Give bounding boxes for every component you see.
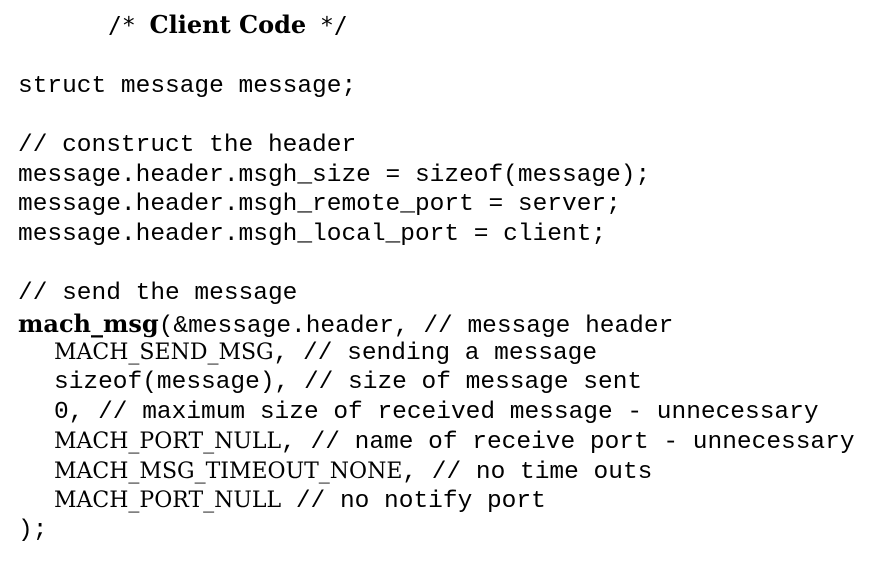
- function-name: mach_msg: [18, 308, 159, 338]
- constant-identifier: MACH_SEND_MSG: [54, 340, 274, 366]
- code-line: message.header.msgh_size = sizeof(messag…: [18, 161, 651, 189]
- code-line: message.header.msgh_remote_port = server…: [18, 191, 621, 219]
- constant-identifier: MACH_PORT_NULL: [54, 488, 282, 514]
- code-line: message.header.msgh_local_port = client;: [18, 220, 607, 248]
- code-title: /* Client Code */: [108, 8, 348, 42]
- code-text: , // name of receive port - unnecessary: [281, 429, 855, 457]
- code-text: // no notify port: [281, 488, 546, 516]
- code-line: // construct the header: [18, 132, 357, 160]
- code-text: (&message.header, // message header: [158, 312, 674, 340]
- code-line: sizeof(message), // size of message sent: [54, 368, 643, 396]
- code-line: MACH_MSG_TIMEOUT_NONE, // no time outs: [18, 457, 855, 487]
- code-line: mach_msg(&message.header, // message hea…: [18, 308, 855, 340]
- code-line: MACH_PORT_NULL // no notify port: [18, 486, 855, 516]
- code-text: , // no time outs: [402, 458, 653, 486]
- code-block: struct message message; // construct the …: [18, 72, 855, 546]
- code-line: 0, // maximum size of received message -…: [54, 398, 819, 426]
- code-line: MACH_PORT_NULL, // name of receive port …: [18, 427, 855, 457]
- constant-identifier: MACH_PORT_NULL: [54, 429, 282, 455]
- code-line: // send the message: [18, 280, 298, 308]
- comment-close: */: [306, 13, 348, 39]
- comment-open: /*: [108, 13, 150, 39]
- code-text: , // sending a message: [273, 340, 598, 368]
- title-text: Client Code: [149, 10, 307, 39]
- constant-identifier: MACH_MSG_TIMEOUT_NONE: [54, 458, 403, 484]
- code-line: MACH_SEND_MSG, // sending a message: [18, 338, 855, 368]
- code-line: );: [18, 516, 48, 544]
- code-line: struct message message;: [18, 73, 357, 100]
